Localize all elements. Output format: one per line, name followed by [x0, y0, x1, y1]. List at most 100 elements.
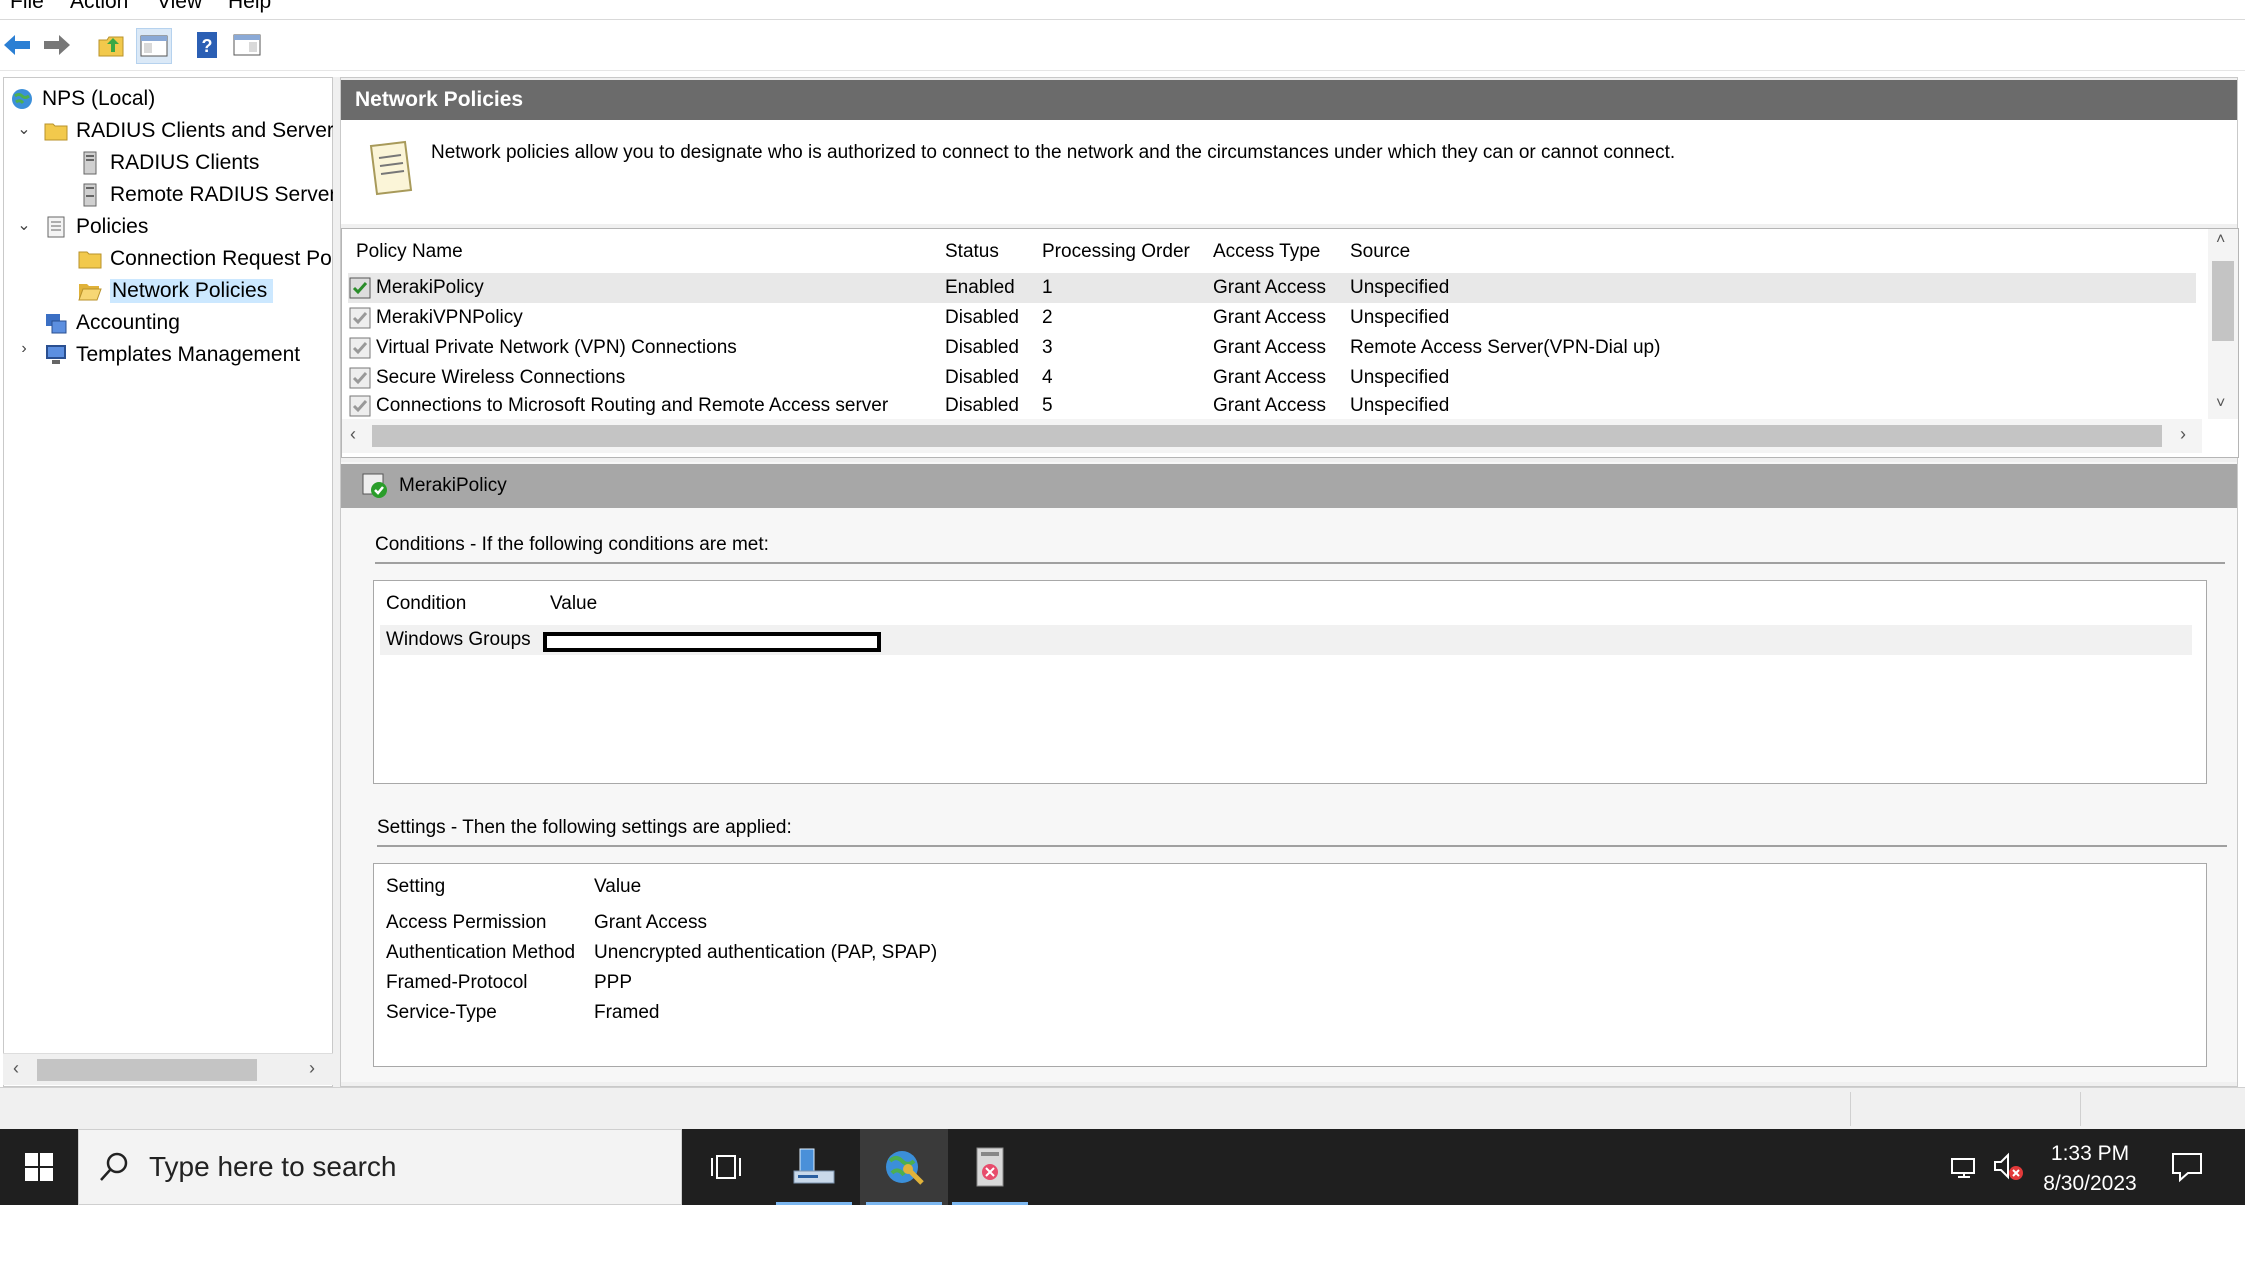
scroll-left-icon[interactable]: ‹	[350, 424, 356, 445]
cell-status: Disabled	[945, 367, 1019, 388]
redacted-value	[543, 632, 881, 652]
table-row[interactable]: Secure Wireless Connections Disabled 4 G…	[348, 363, 2196, 393]
condition-value-header: Value	[550, 593, 598, 614]
status-divider	[2080, 1092, 2081, 1126]
server-icon	[83, 151, 97, 175]
condition-header: Condition	[386, 593, 467, 614]
taskbar: Type here to search 1:33 PM 8/30/2023	[0, 1129, 2245, 1205]
divider	[375, 562, 2225, 564]
volume-muted-icon[interactable]	[1992, 1151, 2026, 1188]
cell-status: Disabled	[945, 307, 1019, 328]
cell-policy-name: MerakiPolicy	[376, 277, 484, 298]
table-row[interactable]: MerakiVPNPolicy Disabled 2 Grant Access …	[348, 303, 2196, 333]
column-header-processing-order[interactable]: Processing Order	[1042, 241, 1190, 263]
cell-status: Enabled	[945, 277, 1015, 298]
running-indicator	[952, 1202, 1028, 1205]
action-pane-icon	[233, 34, 261, 56]
tree-item-radius-clients-servers[interactable]: RADIUS Clients and Servers	[44, 116, 344, 146]
accounting-icon	[46, 314, 67, 334]
menu-bar: File Action View Help	[0, 0, 2245, 20]
column-header-access-type[interactable]: Access Type	[1213, 241, 1320, 263]
tree-item-policies[interactable]: Policies	[44, 212, 148, 242]
network-icon[interactable]	[1950, 1153, 1982, 1186]
scroll-thumb[interactable]	[2212, 261, 2234, 341]
chevron-down-icon[interactable]: ⌄	[16, 119, 32, 139]
taskbar-search-box[interactable]: Type here to search	[78, 1129, 682, 1205]
templates-icon	[46, 345, 66, 364]
cell-status: Disabled	[945, 395, 1019, 416]
cell-source: Unspecified	[1350, 307, 1450, 328]
tree-horizontal-scrollbar[interactable]: ‹ ›	[3, 1053, 333, 1085]
conditions-box: Condition Value Windows Groups	[373, 580, 2207, 784]
scroll-up-icon[interactable]: ˄	[2216, 231, 2225, 249]
cell-policy-name: Virtual Private Network (VPN) Connection…	[376, 337, 737, 358]
up-folder-button[interactable]	[94, 28, 128, 62]
chevron-down-icon[interactable]: ⌄	[16, 215, 32, 235]
task-view-button[interactable]	[682, 1129, 770, 1205]
running-indicator	[866, 1202, 942, 1205]
search-icon	[100, 1152, 128, 1181]
back-button[interactable]	[0, 28, 34, 62]
tree-label: RADIUS Clients and Servers	[76, 119, 345, 142]
tree-item-remote-radius-server[interactable]: Remote RADIUS Server (	[78, 180, 349, 210]
cell-access-type: Grant Access	[1213, 395, 1326, 416]
status-bar	[0, 1087, 2245, 1129]
windows-logo-icon	[25, 1153, 53, 1181]
column-header-status[interactable]: Status	[945, 241, 999, 263]
table-row[interactable]: Connections to Microsoft Routing and Rem…	[348, 391, 2196, 421]
taskbar-app-network-policy-server[interactable]	[860, 1129, 948, 1205]
tree-label: Accounting	[76, 311, 180, 334]
show-hide-tree-button[interactable]	[136, 28, 172, 64]
results-pane: Network Policies Network policies allow …	[340, 77, 2239, 1087]
setting-value: Framed	[594, 1002, 660, 1023]
back-arrow-icon	[4, 35, 30, 55]
scroll-right-icon[interactable]: ›	[2180, 424, 2186, 445]
show-action-pane-button[interactable]	[230, 28, 264, 62]
task-view-icon	[711, 1155, 741, 1179]
tree-item-templates-management[interactable]: Templates Management	[44, 340, 300, 370]
tree-item-connection-request-policies[interactable]: Connection Request Pol	[78, 244, 336, 274]
setting-value: PPP	[594, 972, 633, 993]
start-button[interactable]	[0, 1129, 78, 1205]
scroll-right-icon[interactable]: ›	[309, 1058, 315, 1079]
scroll-left-icon[interactable]: ‹	[13, 1058, 19, 1079]
menu-file[interactable]: File	[10, 0, 44, 14]
tree-label: NPS (Local)	[42, 87, 156, 110]
tree-item-network-policies[interactable]: Network Policies	[78, 276, 274, 306]
status-divider	[1850, 1092, 1851, 1126]
taskbar-app-server-manager[interactable]	[770, 1129, 858, 1205]
pane-splitter[interactable]	[333, 77, 340, 1087]
cell-order: 2	[1042, 307, 1053, 328]
scroll-thumb[interactable]	[372, 425, 2162, 447]
system-clock[interactable]: 1:33 PM 8/30/2023	[2030, 1139, 2150, 1199]
open-folder-icon	[78, 284, 102, 301]
document-icon	[369, 140, 413, 196]
help-button[interactable]: ?	[190, 28, 224, 62]
tree-item-accounting[interactable]: Accounting	[44, 308, 180, 338]
policy-list-vertical-scrollbar[interactable]: ˄ ˅	[2208, 229, 2238, 419]
forward-arrow-icon	[44, 35, 70, 55]
menu-help[interactable]: Help	[228, 0, 271, 14]
server-manager-icon	[793, 1148, 835, 1184]
notification-center-button[interactable]	[2170, 1151, 2204, 1188]
tree-item-nps-local[interactable]: NPS (Local)	[10, 84, 155, 114]
scroll-thumb[interactable]	[37, 1059, 257, 1081]
scroll-down-icon[interactable]: ˅	[2216, 395, 2225, 413]
policy-list-horizontal-scrollbar[interactable]: ‹ ›	[342, 419, 2202, 453]
cell-access-type: Grant Access	[1213, 277, 1326, 298]
console-tree-icon	[140, 35, 168, 57]
detail-title-bar: MerakiPolicy	[341, 464, 2237, 508]
table-row[interactable]: Windows Groups	[380, 625, 2192, 655]
setting-name: Service-Type	[386, 1002, 497, 1023]
taskbar-app-tool[interactable]	[946, 1129, 1034, 1205]
menu-view[interactable]: View	[157, 0, 202, 14]
chevron-right-icon[interactable]: ›	[16, 340, 32, 358]
table-row[interactable]: MerakiPolicy Enabled 1 Grant Access Unsp…	[348, 273, 2196, 303]
menu-action[interactable]: Action	[70, 0, 128, 14]
column-header-policy-name[interactable]: Policy Name	[356, 241, 463, 263]
search-placeholder: Type here to search	[149, 1151, 397, 1182]
tree-item-radius-clients[interactable]: RADIUS Clients	[78, 148, 259, 178]
column-header-source[interactable]: Source	[1350, 241, 1410, 263]
forward-button[interactable]	[40, 28, 74, 62]
table-row[interactable]: Virtual Private Network (VPN) Connection…	[348, 333, 2196, 363]
